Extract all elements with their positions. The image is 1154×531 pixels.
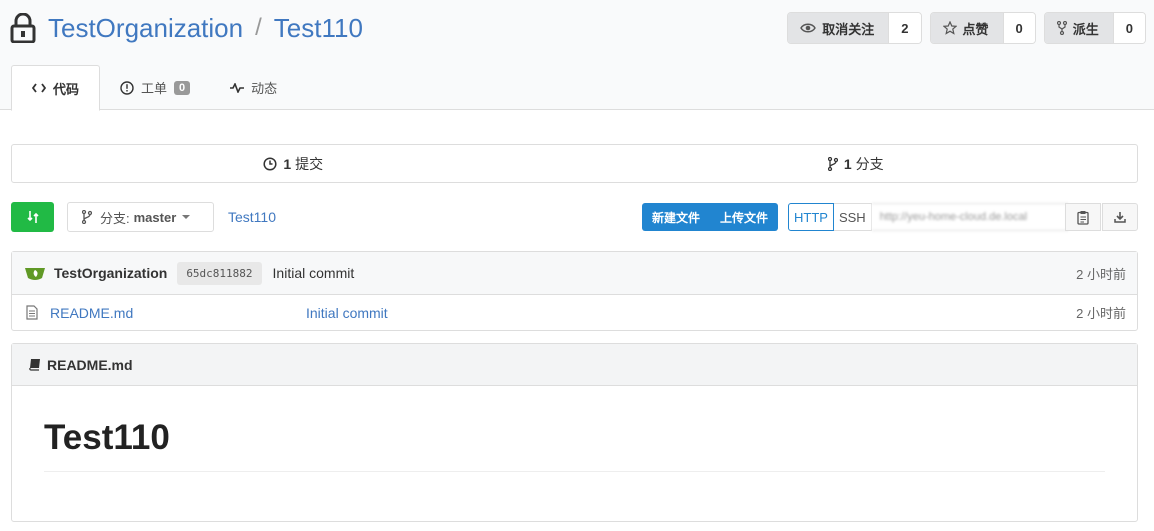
branch-prefix: 分支: <box>100 210 130 226</box>
tab-activity-label: 动态 <box>251 81 278 96</box>
tab-issues[interactable]: 工单 0 <box>100 65 210 110</box>
commits-label: 提交 <box>295 155 324 172</box>
file-text-icon <box>26 305 38 320</box>
tab-issues-label: 工单 <box>141 81 168 96</box>
upload-file-button[interactable]: 上传文件 <box>710 203 778 231</box>
tab-code[interactable]: 代码 <box>11 65 101 111</box>
avatar <box>25 268 45 280</box>
star-action: 点赞 0 <box>929 12 1036 44</box>
branch-dropdown[interactable]: 分支: master <box>67 202 214 232</box>
readme-filename: README.md <box>47 356 133 373</box>
file-name-link[interactable]: README.md <box>50 305 133 321</box>
clipboard-icon <box>1076 210 1089 225</box>
repo-owner-link[interactable]: TestOrganization <box>48 13 243 44</box>
branch-icon <box>827 156 838 171</box>
new-file-button[interactable]: 新建文件 <box>642 203 710 231</box>
branches-count: 1 <box>843 155 852 172</box>
fork-action: 派生 0 <box>1043 12 1146 44</box>
branch-icon <box>82 210 92 224</box>
unwatch-label: 取消关注 <box>822 21 875 37</box>
repo-tabs: 代码 工单 0 动态 <box>11 65 297 111</box>
stars-count[interactable]: 0 <box>1003 13 1035 43</box>
history-icon <box>263 156 277 171</box>
caret-down-icon <box>182 215 191 219</box>
compare-button[interactable] <box>11 202 54 232</box>
file-action-buttons: 新建文件 上传文件 <box>642 203 779 231</box>
lock-icon <box>10 13 36 43</box>
commits-count: 1 <box>283 155 292 172</box>
http-protocol-button[interactable]: HTTP <box>788 203 834 231</box>
fork-icon <box>1056 21 1067 35</box>
repo-title: TestOrganization / Test110 <box>10 10 363 46</box>
table-row: README.md Initial commit 2 小时前 <box>12 295 1137 330</box>
ssh-protocol-button[interactable]: SSH <box>833 203 872 231</box>
commits-stat[interactable]: 1 提交 <box>12 145 575 182</box>
commit-author[interactable]: TestOrganization <box>54 265 167 281</box>
issues-count-badge: 0 <box>174 80 191 95</box>
star-button[interactable]: 点赞 <box>930 13 1004 43</box>
commit-time: 2 小时前 <box>1076 266 1126 282</box>
watch-action: 取消关注 2 <box>787 12 922 44</box>
download-button[interactable] <box>1102 203 1138 231</box>
forks-count[interactable]: 0 <box>1113 13 1145 43</box>
eye-icon <box>800 23 817 33</box>
star-label: 点赞 <box>962 21 989 37</box>
repo-actions: 取消关注 2 点赞 0 派生 0 <box>787 12 1154 44</box>
watchers-count[interactable]: 2 <box>889 13 921 43</box>
pulse-icon <box>230 82 245 93</box>
download-icon <box>1114 212 1126 223</box>
branches-stat[interactable]: 1 分支 <box>575 145 1138 182</box>
clone-panel: HTTP SSH http://yeu-home-cloud.de.local <box>788 203 1068 231</box>
file-table: TestOrganization 65dc811882 Initial comm… <box>11 251 1138 331</box>
readme-heading: Test110 <box>44 418 170 457</box>
issue-icon <box>120 80 134 95</box>
file-commit-link[interactable]: Initial commit <box>306 305 388 321</box>
tab-activity[interactable]: 动态 <box>210 65 297 110</box>
tab-code-label: 代码 <box>53 81 80 97</box>
branches-label: 分支 <box>855 155 884 172</box>
code-icon <box>32 83 46 93</box>
readme-panel: README.md Test110 <box>11 343 1138 522</box>
repo-separator: / <box>255 14 262 41</box>
breadcrumb-repo-link[interactable]: Test110 <box>228 209 276 225</box>
repo-stats-bar: 1 提交 1 分支 <box>11 144 1138 183</box>
repo-header: TestOrganization / Test110 取消关注 2 点赞 0 派… <box>0 0 1154 111</box>
fork-label: 派生 <box>1072 21 1099 37</box>
copy-url-button[interactable] <box>1065 203 1101 231</box>
book-icon <box>29 359 40 371</box>
latest-commit-row: TestOrganization 65dc811882 Initial comm… <box>12 252 1137 295</box>
fork-button[interactable]: 派生 <box>1044 13 1114 43</box>
clone-url-input[interactable]: http://yeu-home-cloud.de.local <box>871 203 1068 231</box>
star-icon <box>942 21 957 35</box>
branch-name: master <box>133 209 177 225</box>
readme-header: README.md <box>12 344 1137 386</box>
commit-message: Initial commit <box>272 265 355 281</box>
unwatch-button[interactable]: 取消关注 <box>788 13 890 43</box>
heading-divider <box>44 471 1105 472</box>
commit-sha-badge[interactable]: 65dc811882 <box>177 261 262 285</box>
compare-icon <box>26 211 39 223</box>
repo-name-link[interactable]: Test110 <box>274 13 363 44</box>
file-time: 2 小时前 <box>1076 306 1126 321</box>
